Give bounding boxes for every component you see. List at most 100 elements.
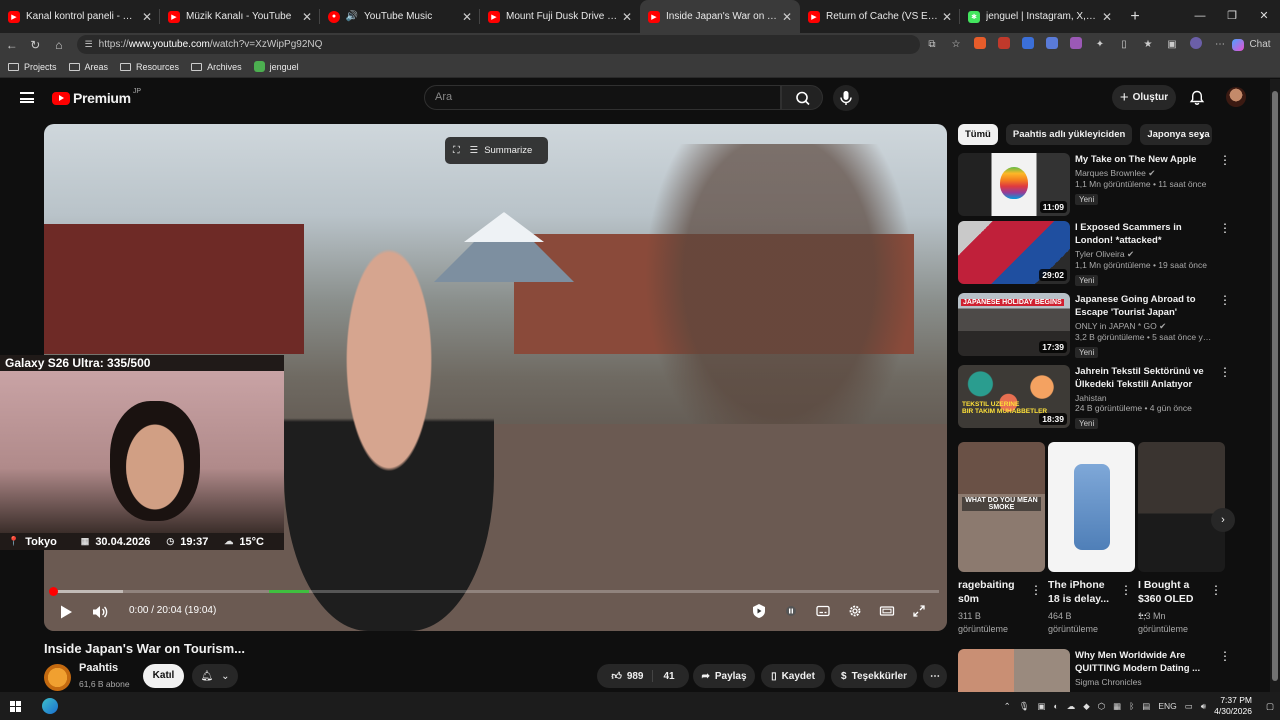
recommendation-item[interactable]: Why Men Worldwide Are QUITTING Modern Da… — [958, 649, 1230, 692]
copilot-chat-button[interactable]: Chat — [1232, 38, 1272, 51]
like-button[interactable]: 👍︎ 989 — [611, 670, 653, 682]
save-button[interactable]: ▯ Kaydet — [761, 664, 825, 688]
home-icon[interactable]: ⌂ — [47, 38, 71, 52]
more-actions-button[interactable]: ⋯ — [923, 664, 947, 688]
new-tab-button[interactable]: + — [1120, 8, 1150, 26]
channel-avatar[interactable] — [44, 663, 71, 691]
more-vertical-icon[interactable]: ⋮ — [1219, 649, 1230, 692]
microphone-tray-icon[interactable]: 🎙︎ — [1019, 701, 1030, 712]
tray-app-icon[interactable]: ⬡ — [1098, 701, 1105, 712]
close-tab-icon[interactable]: ✕ — [1102, 10, 1112, 24]
favorites-icon[interactable]: ★ — [1136, 39, 1160, 50]
video-progress-bar[interactable] — [49, 587, 939, 596]
app-install-icon[interactable]: ⧉ — [920, 39, 944, 50]
video-thumbnail[interactable] — [958, 649, 1070, 692]
close-tab-icon[interactable]: ✕ — [782, 10, 792, 24]
recommendation-item[interactable]: JAPANESE HOLIDAY BEGINS 17:39 Japanese Go… — [958, 293, 1231, 360]
bluetooth-icon[interactable]: ᛒ — [1129, 701, 1134, 711]
tray-app-icon[interactable]: ▣ — [1038, 701, 1046, 712]
maximize-icon[interactable]: ❐ — [1216, 0, 1248, 33]
browser-tab[interactable]: ✱ jenguel | Instagram, X, Twitch | Lin ✕ — [960, 0, 1120, 33]
video-thumbnail[interactable]: 29:02 — [958, 221, 1070, 284]
video-thumbnail[interactable]: 11:09 — [958, 153, 1070, 216]
extensions-puzzle-icon[interactable]: ✦ — [1088, 39, 1112, 50]
favorite-star-icon[interactable]: ☆ — [944, 39, 968, 50]
close-window-icon[interactable]: ✕ — [1248, 0, 1280, 33]
voice-search-button[interactable] — [833, 85, 859, 111]
more-menu-icon[interactable]: ⋯ — [1208, 39, 1232, 50]
create-button[interactable]: + Oluştur — [1112, 85, 1176, 110]
more-vertical-icon[interactable]: ⋮ — [1219, 153, 1231, 216]
close-tab-icon[interactable]: ✕ — [302, 10, 312, 24]
extension-icon[interactable] — [1016, 37, 1040, 52]
close-tab-icon[interactable]: ✕ — [942, 10, 952, 24]
speaker-icon[interactable]: 🔊 — [346, 11, 358, 23]
browser-tab[interactable]: ▶ Müzik Kanalı - YouTube ✕ — [160, 0, 320, 33]
dislike-button[interactable]: 41 — [658, 671, 675, 682]
close-tab-icon[interactable]: ✕ — [462, 10, 472, 24]
bookmark-folder-resources[interactable]: Resources — [120, 62, 179, 72]
more-vertical-icon[interactable]: ⋮ — [1120, 583, 1132, 597]
volume-icon[interactable] — [90, 602, 110, 622]
extension-icon[interactable] — [1064, 37, 1088, 52]
tray-app-icon[interactable]: ◐ — [1054, 701, 1059, 711]
profile-avatar-icon[interactable] — [1184, 37, 1208, 52]
extension-icon[interactable] — [968, 37, 992, 52]
tray-app-icon[interactable]: ☁ — [1067, 701, 1076, 712]
taskbar-clock[interactable]: 7:37 PM 4/30/2026 — [1214, 695, 1252, 717]
browser-tab-active[interactable]: ▶ Inside Japan's War on Tourism... - Yo ✕ — [640, 0, 800, 33]
split-screen-icon[interactable]: ▯ — [1112, 39, 1136, 50]
sponsorblock-icon[interactable] — [748, 600, 770, 622]
play-icon[interactable] — [56, 602, 76, 622]
scrubber-handle[interactable] — [49, 587, 58, 596]
account-avatar[interactable] — [1226, 87, 1246, 107]
browser-tab[interactable]: ▶ Return of Cache (VS Every Version ✕ — [800, 0, 960, 33]
browser-tab[interactable]: ▶ Kanal kontrol paneli - YouTube Stu ✕ — [0, 0, 160, 33]
video-thumbnail[interactable]: JAPANESE HOLIDAY BEGINS 17:39 — [958, 293, 1070, 356]
channel-name[interactable]: Paahtis — [79, 662, 130, 674]
recommendation-item[interactable]: 11:09 My Take on The New Apple Marques Br… — [958, 153, 1231, 216]
autoplay-toggle-icon[interactable] — [780, 600, 802, 622]
chip-from-uploader[interactable]: Paahtis adlı yükleyiciden — [1005, 124, 1133, 145]
tray-overflow-icon[interactable]: ⌃ — [1004, 701, 1011, 712]
more-vertical-icon[interactable]: ⋮ — [1219, 293, 1231, 360]
recommendation-item[interactable]: 29:02 I Exposed Scammers in London! *att… — [958, 221, 1231, 288]
close-tab-icon[interactable]: ✕ — [142, 10, 152, 24]
short-thumbnail[interactable] — [1048, 442, 1135, 572]
address-bar[interactable]: ☰ https://www.youtube.com/watch?v=XzWipP… — [76, 35, 920, 54]
bookmark-folder-areas[interactable]: Areas — [68, 62, 108, 72]
reload-icon[interactable]: ↻ — [24, 38, 48, 52]
input-language[interactable]: ENG — [1158, 701, 1176, 711]
bookmark-folder-projects[interactable]: Projects — [8, 62, 57, 72]
join-button[interactable]: Katıl — [143, 664, 184, 688]
tray-app-icon[interactable]: ◆ — [1083, 701, 1090, 712]
chevron-right-icon[interactable]: › — [1200, 128, 1204, 143]
more-vertical-icon[interactable]: ⋮ — [1030, 583, 1042, 597]
extension-icon[interactable] — [992, 37, 1016, 52]
channel-info[interactable]: Paahtis 61,6 B abone — [44, 662, 130, 692]
minimize-icon[interactable]: — — [1184, 0, 1216, 33]
browser-tab[interactable]: ● 🔊 YouTube Music ✕ — [320, 0, 480, 33]
subscription-bell-button[interactable]: 🔔︎ ⌄ — [192, 664, 238, 688]
extension-icon[interactable] — [1040, 37, 1064, 52]
search-button[interactable] — [781, 85, 823, 110]
bookmark-jenguel[interactable]: jenguel — [253, 61, 299, 72]
network-icon[interactable]: ▭ — [1185, 701, 1193, 712]
more-vertical-icon[interactable]: ⋮ — [1219, 365, 1231, 431]
edge-browser-icon[interactable] — [42, 698, 58, 714]
scrollbar-thumb[interactable] — [1272, 91, 1278, 681]
menu-hamburger-icon[interactable] — [20, 92, 34, 103]
page-scrollbar[interactable] — [1270, 79, 1280, 692]
speaker-tray-icon[interactable]: 🔊︎ — [1201, 701, 1206, 712]
more-vertical-icon[interactable]: ⋮ — [1219, 221, 1231, 288]
windows-start-icon[interactable] — [0, 692, 30, 720]
thanks-button[interactable]: $ Teşekkürler — [831, 664, 917, 688]
close-tab-icon[interactable]: ✕ — [622, 10, 632, 24]
video-thumbnail[interactable]: TEKSTIL UZERINE BIR TAKIM MUHABBETLER 18:3… — [958, 365, 1070, 428]
short-thumbnail[interactable]: WHAT DO YOU MEAN SMOKE — [958, 442, 1045, 572]
youtube-premium-logo[interactable]: Premium JP — [52, 88, 141, 106]
recommendation-item[interactable]: TEKSTIL UZERINE BIR TAKIM MUHABBETLER 18:3… — [958, 365, 1231, 431]
collections-icon[interactable]: ▣ — [1160, 39, 1184, 50]
chip-all[interactable]: Tümü — [958, 124, 998, 145]
theater-mode-icon[interactable] — [876, 600, 898, 622]
